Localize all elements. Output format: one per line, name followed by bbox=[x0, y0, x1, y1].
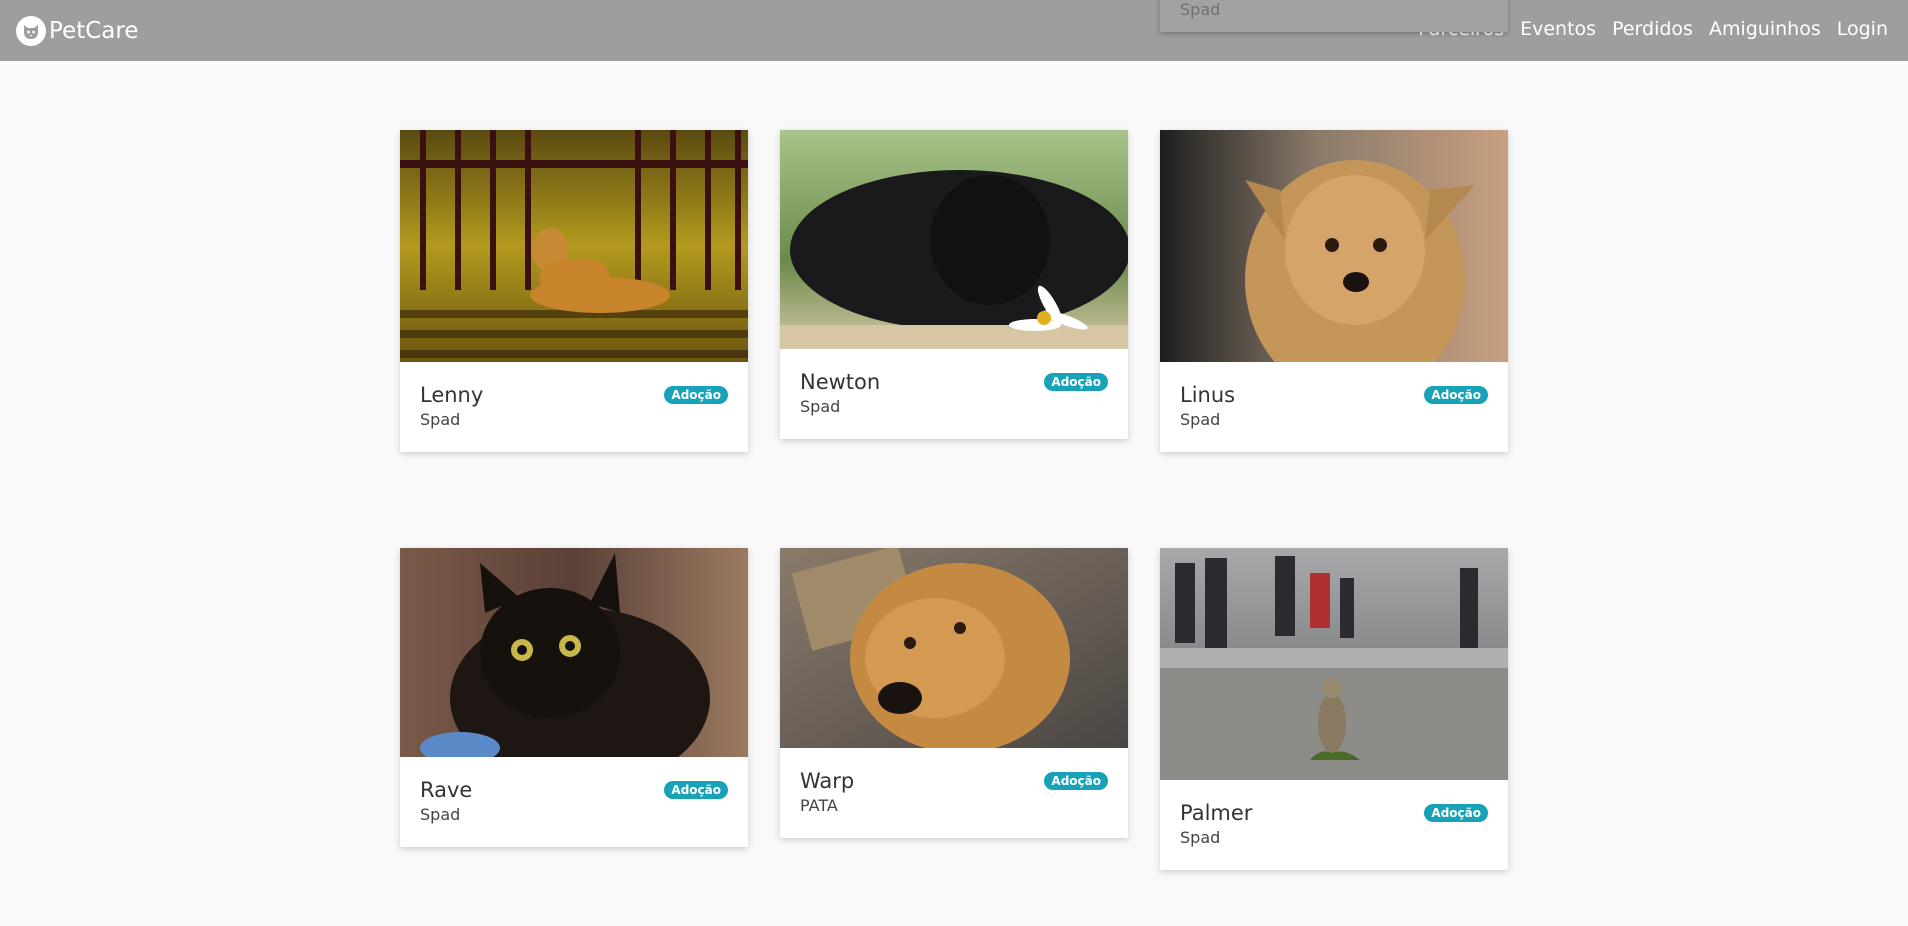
pet-logo-icon bbox=[16, 16, 46, 46]
adoption-badge: Adoção bbox=[664, 386, 728, 404]
pet-photo bbox=[1160, 130, 1508, 362]
pet-card[interactable]: Linus Spad Adoção bbox=[1160, 130, 1508, 452]
pet-photo bbox=[400, 548, 748, 757]
pet-org: Spad bbox=[1180, 0, 1221, 19]
navbar: PetCare Parceiros Eventos Perdidos Amigu… bbox=[0, 0, 1908, 61]
pet-card-offscreen[interactable]: Spad bbox=[1160, 0, 1508, 32]
card-body: Warp PATA Adoção bbox=[780, 748, 1128, 838]
pet-card[interactable]: Warp PATA Adoção bbox=[780, 548, 1128, 838]
pet-org: Spad bbox=[420, 805, 461, 824]
pet-org: Spad bbox=[800, 397, 841, 416]
brand-link[interactable]: PetCare bbox=[15, 15, 138, 47]
pet-card[interactable]: Rave Spad Adoção bbox=[400, 548, 748, 847]
adoption-badge: Adoção bbox=[1044, 772, 1108, 790]
card-body: Palmer Spad Adoção bbox=[1160, 780, 1508, 870]
card-body: Lenny Spad Adoção bbox=[400, 362, 748, 452]
adoption-badge: Adoção bbox=[664, 781, 728, 799]
nav-link-amiguinhos[interactable]: Amiguinhos bbox=[1709, 18, 1821, 40]
card-body: Rave Spad Adoção bbox=[400, 757, 748, 847]
nav-link-perdidos[interactable]: Perdidos bbox=[1612, 18, 1693, 40]
pet-photo bbox=[780, 548, 1128, 748]
pet-card[interactable]: Lenny Spad Adoção bbox=[400, 130, 748, 452]
pet-card[interactable]: Newton Spad Adoção bbox=[780, 130, 1128, 439]
pet-org: Spad bbox=[1180, 828, 1221, 847]
pet-photo bbox=[400, 130, 748, 362]
adoption-badge: Adoção bbox=[1044, 373, 1108, 391]
pet-photo bbox=[1160, 548, 1508, 780]
pet-photo bbox=[780, 130, 1128, 349]
pet-org: Spad bbox=[420, 410, 461, 429]
pet-org: PATA bbox=[800, 796, 838, 815]
nav-link-login[interactable]: Login bbox=[1837, 18, 1888, 40]
pet-org: Spad bbox=[1180, 410, 1221, 429]
card-body: Linus Spad Adoção bbox=[1160, 362, 1508, 452]
nav-link-eventos[interactable]: Eventos bbox=[1520, 18, 1596, 40]
adoption-badge: Adoção bbox=[1424, 804, 1488, 822]
pet-card[interactable]: Palmer Spad Adoção bbox=[1160, 548, 1508, 870]
adoption-badge: Adoção bbox=[1424, 386, 1488, 404]
brand-name: PetCare bbox=[49, 18, 139, 44]
card-body: Newton Spad Adoção bbox=[780, 349, 1128, 439]
